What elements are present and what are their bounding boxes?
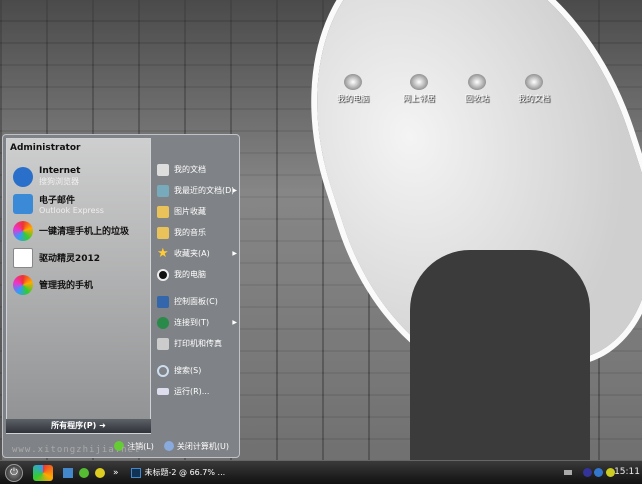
- place-pictures[interactable]: 图片收藏: [153, 201, 239, 222]
- folder-icon: [157, 226, 169, 239]
- documents-icon: [525, 74, 543, 90]
- place-run[interactable]: 运行(R)...: [153, 381, 239, 402]
- place-my-documents[interactable]: 我的文档: [153, 159, 239, 180]
- computer-icon: [344, 74, 362, 90]
- program-phone-cleaner[interactable]: 一键清理手机上的垃圾: [7, 217, 150, 244]
- globe-icon: [410, 74, 428, 90]
- quicklaunch-more[interactable]: »: [113, 468, 119, 478]
- documents-icon: [157, 163, 169, 176]
- quicklaunch-green-icon[interactable]: [79, 467, 89, 478]
- all-programs-button[interactable]: 所有程序(P) ➜: [6, 419, 151, 433]
- pinned-programs: Administrator Internet 搜狗浏览器 电子邮件 Outlook …: [6, 138, 151, 434]
- control-panel-icon: [157, 295, 169, 308]
- folder-icon: [157, 205, 169, 218]
- run-icon: [157, 388, 169, 395]
- desktop-icon-my-computer[interactable]: 我的电脑: [328, 74, 378, 104]
- places-list: 我的文档 我最近的文档(D) ▶ 图片收藏 我的音乐 ★ 收藏夹(A) ▶ 我的电脑 …: [153, 159, 239, 402]
- printer-icon: [157, 337, 169, 350]
- place-recent-documents[interactable]: 我最近的文档(D) ▶: [153, 180, 239, 201]
- program-internet[interactable]: Internet 搜狗浏览器: [7, 163, 150, 190]
- program-email[interactable]: 电子邮件 Outlook Express: [7, 190, 150, 217]
- place-my-computer[interactable]: 我的电脑: [153, 264, 239, 285]
- tray-icon-1[interactable]: [583, 468, 592, 477]
- globe-icon: [157, 316, 169, 329]
- place-music[interactable]: 我的音乐: [153, 222, 239, 243]
- place-control-panel[interactable]: 控制面板(C): [153, 291, 239, 312]
- star-icon: ★: [157, 245, 169, 261]
- pinwheel-icon: [13, 220, 33, 241]
- place-printers[interactable]: 打印机和传真: [153, 333, 239, 354]
- email-icon: [13, 193, 33, 214]
- submenu-arrow-icon: ▶: [232, 250, 237, 257]
- place-favorites[interactable]: ★ 收藏夹(A) ▶: [153, 243, 239, 264]
- taskbar: ⏻ » 未标题-2 @ 66.7% ... 15:11: [0, 460, 642, 484]
- desktop-icon-network[interactable]: 网上邻居: [394, 74, 444, 104]
- quicklaunch-yellow-icon[interactable]: [95, 467, 105, 478]
- shutdown-icon: [163, 441, 174, 451]
- shutdown-button[interactable]: 关闭计算机(U): [163, 441, 229, 452]
- recycle-bin-icon: [468, 74, 486, 90]
- program-driver-genius[interactable]: 驱动精灵2012: [7, 244, 150, 271]
- pinwheel-icon: [13, 274, 33, 295]
- wallpaper-person: [410, 250, 590, 465]
- driver-icon: [13, 247, 33, 268]
- computer-icon: [157, 268, 169, 281]
- taskbar-task-photoshop[interactable]: 未标题-2 @ 66.7% ...: [130, 467, 225, 478]
- start-button[interactable]: ⏻: [5, 463, 23, 482]
- program-manage-phone[interactable]: 管理我的手机: [7, 271, 150, 298]
- clock[interactable]: 15:11: [614, 467, 640, 477]
- browser-icon: [13, 166, 33, 187]
- quicklaunch-ie-icon[interactable]: [63, 467, 73, 478]
- search-icon: [157, 364, 169, 377]
- place-search[interactable]: 搜索(S): [153, 360, 239, 381]
- arrow-right-icon: ➜: [99, 421, 106, 430]
- photoshop-icon: [130, 467, 141, 478]
- tray-icon-2[interactable]: [594, 468, 603, 477]
- start-menu: Administrator Internet 搜狗浏览器 电子邮件 Outlook …: [2, 134, 240, 458]
- tray-keyboard-icon[interactable]: [564, 470, 572, 475]
- desktop-icon-my-documents[interactable]: 我的文档: [509, 74, 559, 104]
- desktop-icon-recycle-bin[interactable]: 回收站: [452, 74, 502, 104]
- place-connect-to[interactable]: 连接到(T) ▶: [153, 312, 239, 333]
- user-name: Administrator: [10, 143, 81, 153]
- submenu-arrow-icon: ▶: [232, 187, 237, 194]
- recent-docs-icon: [157, 184, 169, 197]
- quicklaunch-app-icon[interactable]: [33, 464, 53, 481]
- site-watermark: www.xitongzhijia.net: [12, 445, 141, 455]
- submenu-arrow-icon: ▶: [232, 319, 237, 326]
